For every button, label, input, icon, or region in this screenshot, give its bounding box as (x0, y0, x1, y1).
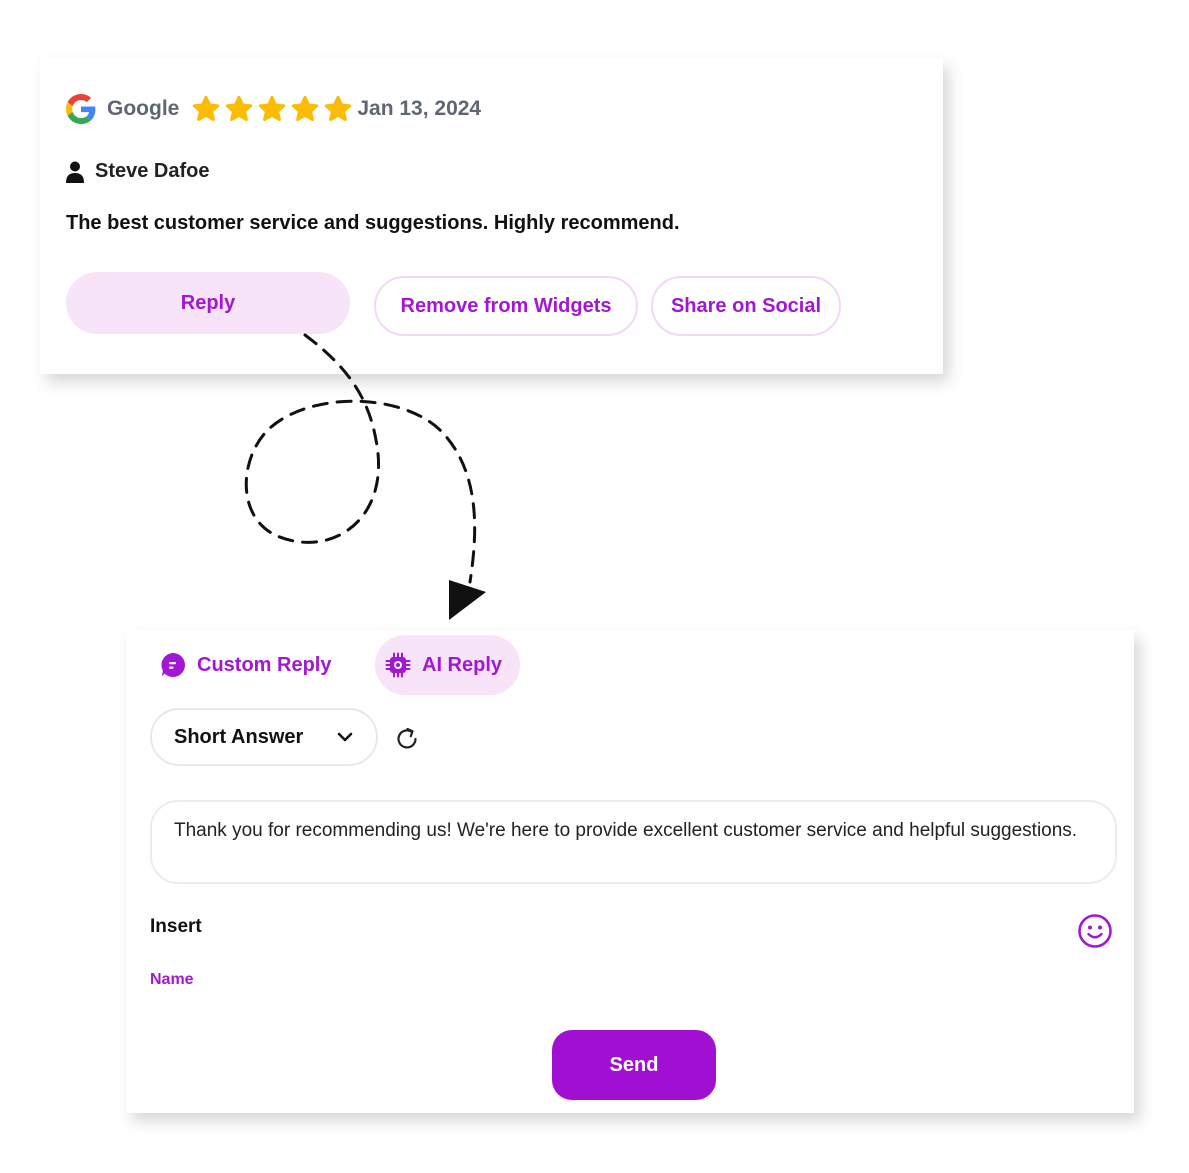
reply-panel: Custom Reply AI Reply Short Answer Thank… (126, 630, 1134, 1113)
tab-custom-reply[interactable]: Custom Reply (150, 635, 347, 695)
tab-ai-reply-label: AI Reply (422, 653, 503, 676)
reply-text-field[interactable]: Thank you for recommending us! We're her… (150, 800, 1117, 884)
chip-icon (385, 652, 411, 678)
tab-ai-reply[interactable]: AI Reply (375, 635, 520, 695)
refresh-icon[interactable] (394, 726, 420, 752)
chevron-down-icon (337, 732, 353, 742)
tab-custom-reply-label: Custom Reply (197, 653, 332, 676)
answer-length-value: Short Answer (174, 725, 304, 748)
insert-name-token[interactable]: Name (150, 971, 194, 989)
smiley-icon[interactable] (1077, 913, 1113, 949)
send-button[interactable]: Send (552, 1030, 716, 1100)
insert-label: Insert (150, 916, 202, 937)
answer-length-select[interactable]: Short Answer (150, 708, 378, 766)
chat-bubble-icon (161, 653, 185, 677)
